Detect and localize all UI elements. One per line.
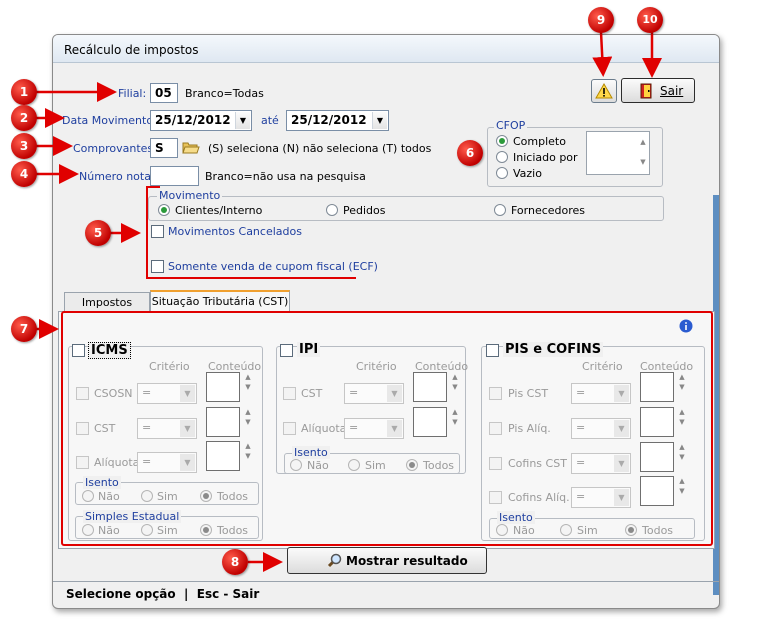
badge-10: 10 (637, 7, 663, 33)
badge-8: 8 (222, 549, 248, 575)
badge-2: 2 (11, 105, 37, 131)
badge-5: 5 (85, 220, 111, 246)
callout-arrows (36, 31, 662, 572)
badge-9: 9 (588, 7, 614, 33)
badge-6: 6 (457, 140, 483, 166)
badge-7: 7 (11, 316, 37, 342)
badge-3: 3 (11, 133, 37, 159)
badge-4: 4 (11, 161, 37, 187)
arrow-9 (592, 31, 613, 77)
badge-1: 1 (11, 79, 37, 105)
